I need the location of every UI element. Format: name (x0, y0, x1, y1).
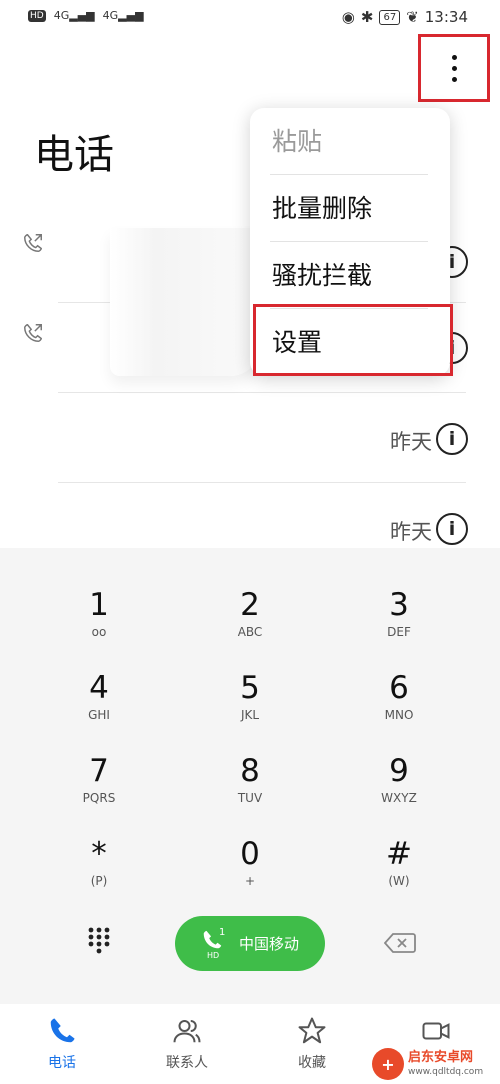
dot (451, 65, 457, 71)
menu-item-harassment-block[interactable]: 骚扰拦截 (250, 242, 450, 309)
dialpad-key-star[interactable]: * (P) (39, 833, 159, 911)
tab-video[interactable] (386, 1016, 486, 1046)
dialpad-key-3[interactable]: 3 DEF (339, 584, 459, 662)
video-icon (422, 1022, 450, 1040)
dialpad-key-0[interactable]: 0 + (190, 833, 310, 911)
eye-icon: ◉ (341, 8, 355, 26)
dialpad-key-1[interactable]: 1 ᴏᴏ (39, 584, 159, 662)
watermark-title: 启东安卓网 (408, 1050, 474, 1065)
clock: 13:34 (424, 8, 468, 26)
call-log-row[interactable]: 昨天 i (0, 392, 500, 482)
dialpad-key-6[interactable]: 6 MNO (339, 667, 459, 745)
dialpad-toggle-icon[interactable] (86, 926, 112, 956)
menu-item-paste: 粘贴 (272, 127, 323, 156)
page-title: 电话 (34, 132, 114, 178)
hd-badge: HD (28, 9, 46, 22)
dialpad-key-5[interactable]: 5 JKL (190, 667, 310, 745)
status-bar: HD 4G▂▄▆ 4G▂▄▆ ◉ ✱ 67 ❦ 13:34 (0, 0, 500, 36)
voicemail-icon: ᴏᴏ (91, 625, 107, 639)
settings-highlight-box (253, 304, 453, 376)
dot (451, 54, 457, 60)
outgoing-call-icon (24, 324, 42, 342)
leaf-icon: ❦ (406, 8, 419, 26)
site-watermark: + 启东安卓网 www.qdltdq.com (370, 1044, 500, 1084)
phone-icon: 1 HD (201, 927, 231, 961)
dialpad-key-7[interactable]: 7 PQRS (39, 750, 159, 828)
dot (451, 76, 457, 82)
dialpad-key-8[interactable]: 8 TUV (190, 750, 310, 828)
signal-icon: 4G▂▄▆ (53, 9, 95, 22)
tab-phone[interactable]: 电话 (12, 1016, 112, 1072)
blurred-contact-area (110, 228, 260, 376)
watermark-url: www.qdltdq.com (408, 1067, 484, 1077)
signal-icon: 4G▂▄▆ (102, 9, 144, 22)
call-button-label: 中国移动 (238, 935, 299, 953)
outgoing-call-icon (24, 234, 42, 252)
dialpad-key-hash[interactable]: # (W) (339, 833, 459, 911)
more-options-button[interactable] (418, 34, 490, 102)
star-icon (298, 1017, 326, 1044)
call-button[interactable]: 1 HD 中国移动 (175, 916, 325, 971)
dialpad-key-4[interactable]: 4 GHI (39, 667, 159, 745)
dialpad-key-9[interactable]: 9 WXYZ (339, 750, 459, 828)
info-icon[interactable]: i (436, 423, 468, 455)
backspace-icon[interactable] (384, 932, 416, 954)
menu-item-batch-delete[interactable]: 批量删除 (250, 175, 450, 242)
call-time: 昨天 (390, 430, 432, 454)
call-time: 昨天 (390, 520, 432, 544)
contacts-icon (173, 1020, 201, 1043)
watermark-logo: + (372, 1048, 404, 1080)
dialpad-key-2[interactable]: 2 ABC (190, 584, 310, 662)
tab-favorites[interactable]: 收藏 (262, 1016, 362, 1072)
tab-contacts[interactable]: 联系人 (137, 1016, 237, 1072)
battery-level: 67 (379, 9, 401, 25)
phone-icon (50, 1018, 75, 1043)
bluetooth-icon: ✱ (360, 8, 374, 26)
info-icon[interactable]: i (436, 513, 468, 545)
